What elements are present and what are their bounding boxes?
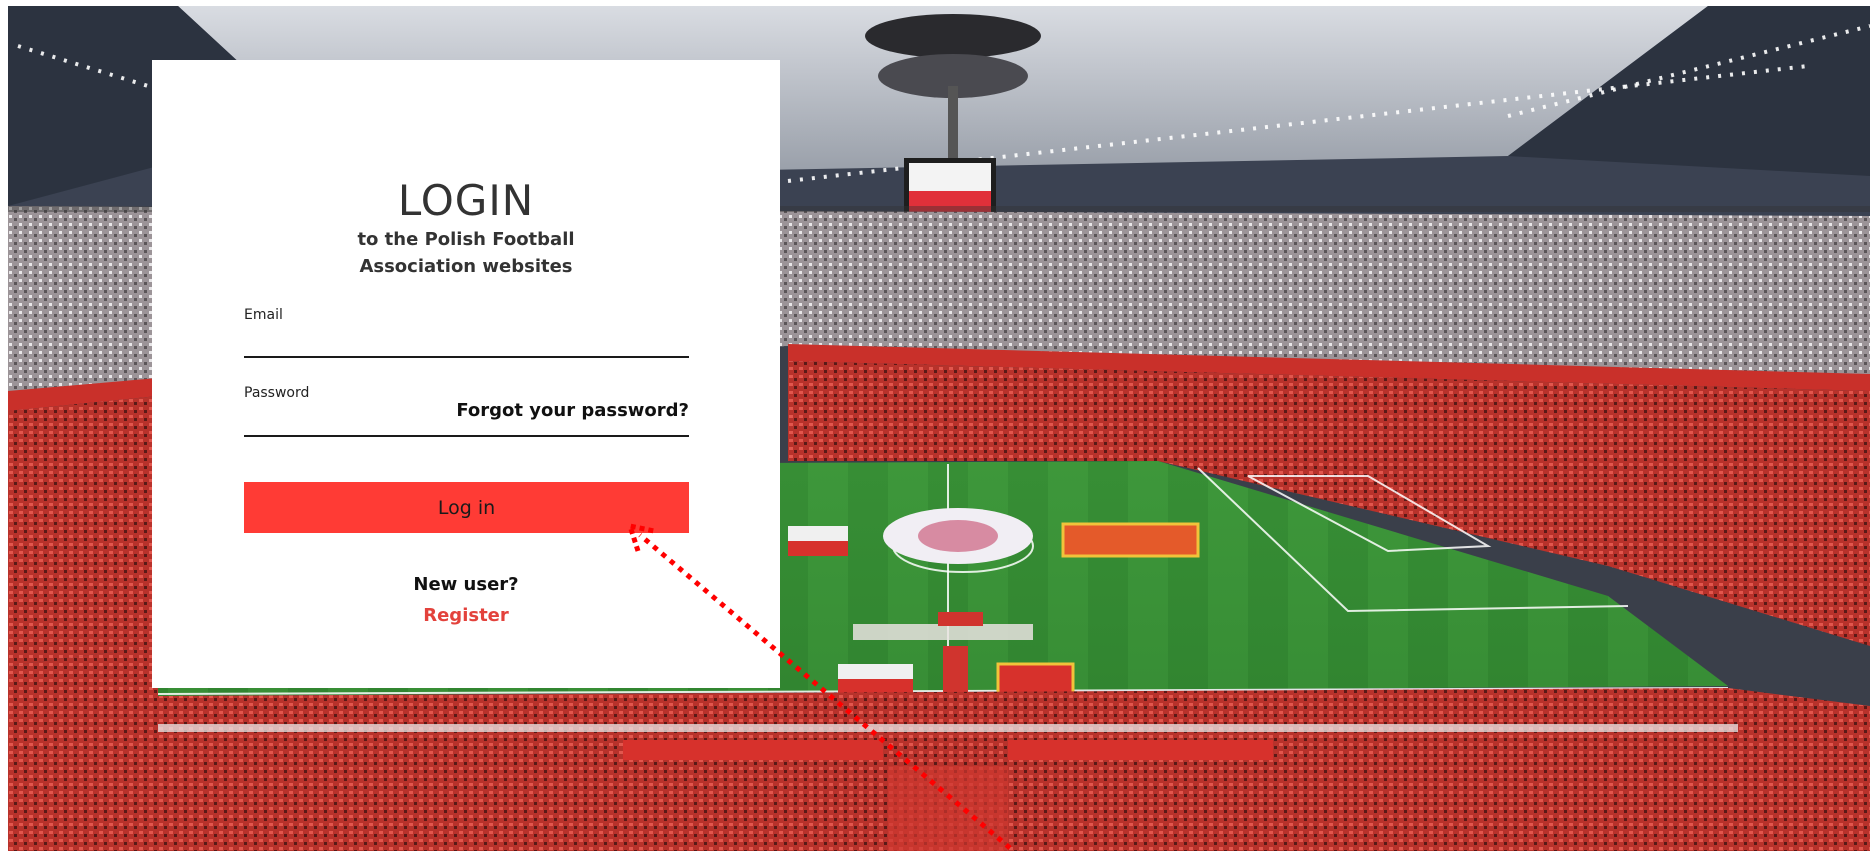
register-link[interactable]: Register [152,605,780,626]
login-page: LOGIN to the Polish Football Association… [0,0,1870,851]
login-title: LOGIN [397,176,535,225]
email-label: Email [244,307,283,323]
new-user-text: New user? [413,574,519,595]
password-label: Password [244,385,310,401]
email-input[interactable] [244,328,689,358]
login-form-card: LOGIN to the Polish Football Association… [152,60,780,688]
login-button[interactable]: Log in [244,482,689,533]
login-subtitle-line-2: Association websites [359,256,573,277]
login-subtitle: to the Polish Football Association websi… [152,226,780,280]
forgot-password-link[interactable]: Forgot your password? [456,400,689,421]
login-subtitle-line-1: to the Polish Football [357,229,575,250]
